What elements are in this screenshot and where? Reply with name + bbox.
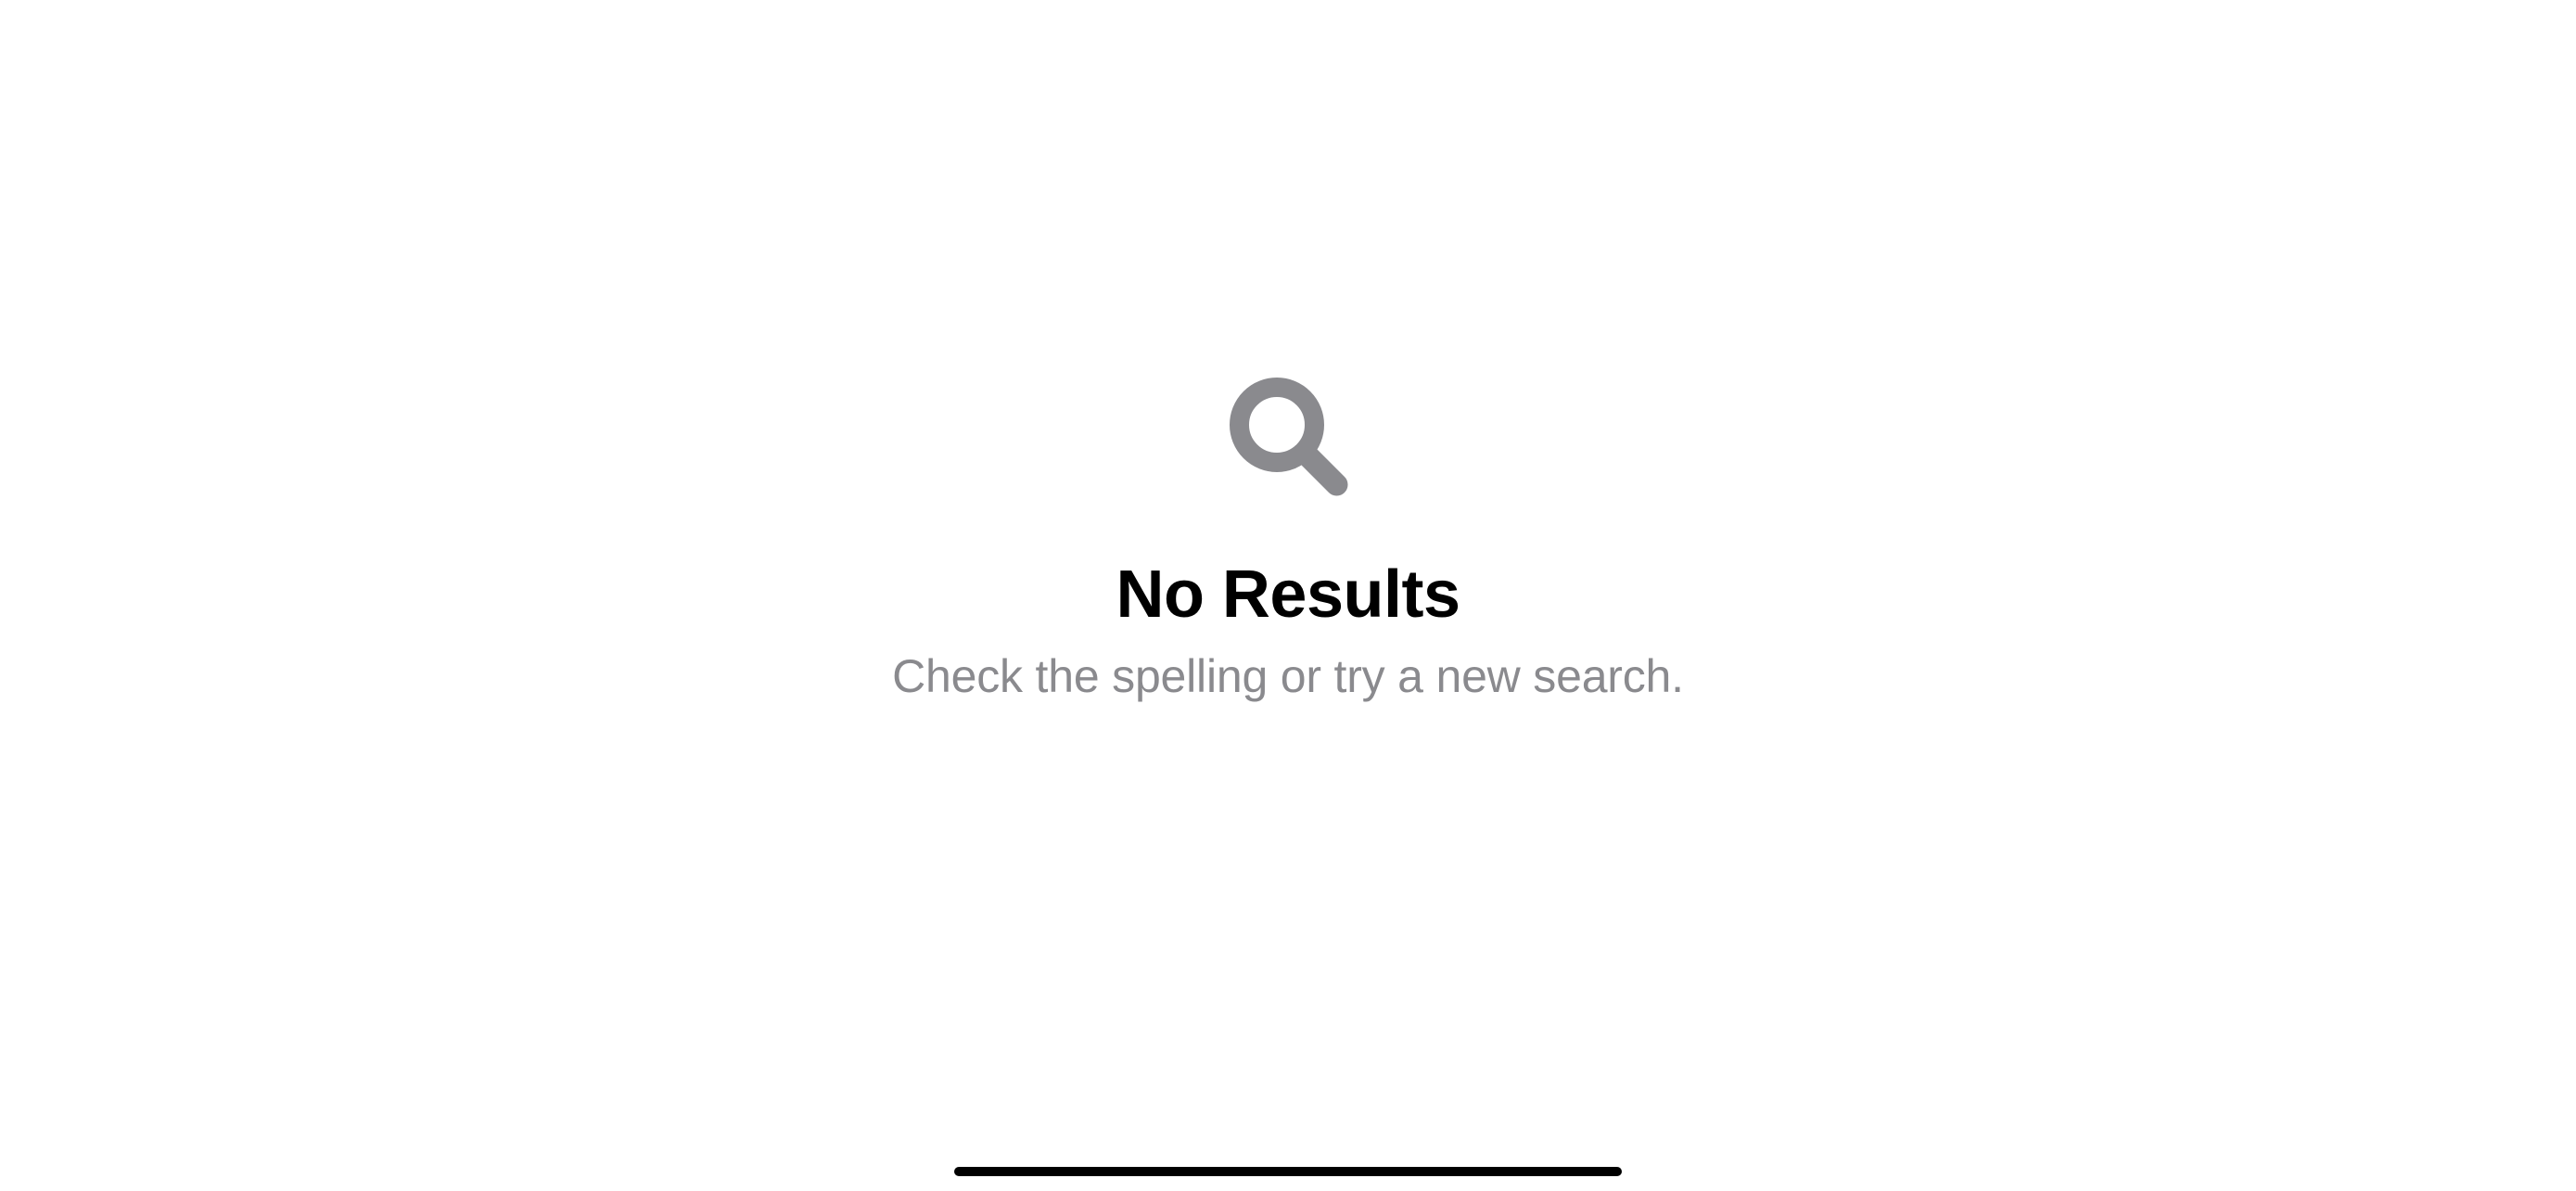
no-results-empty-state: No Results Check the spelling or try a n… [0, 0, 2576, 1191]
no-results-subtitle: Check the spelling or try a new search. [892, 649, 1684, 703]
home-indicator[interactable] [954, 1167, 1622, 1176]
no-results-title: No Results [1116, 557, 1460, 633]
search-icon [1218, 366, 1358, 506]
